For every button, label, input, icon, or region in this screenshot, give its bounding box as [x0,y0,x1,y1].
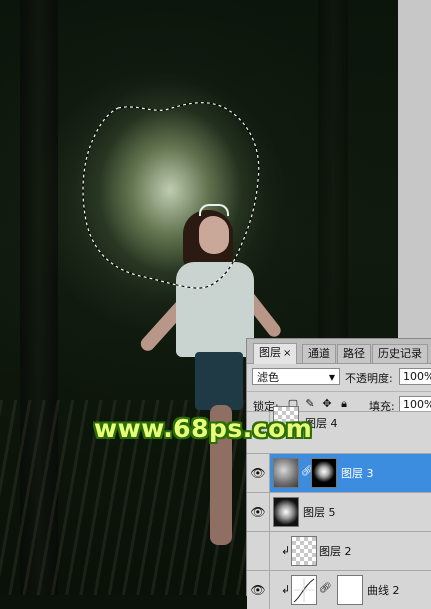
layer-mask-thumbnail[interactable] [337,575,363,605]
layer-row[interactable]: ↲ 图层 2 [247,531,431,570]
tab-label: 历史记录 [378,347,422,360]
layer-mask-thumbnail[interactable] [311,458,337,488]
layer-name: 曲线 2 [367,584,400,597]
curve-graph-icon [293,578,315,603]
layers-panel: 图层× 通道 路径 历史记录 滤色 ▼ 不透明度: 100% 锁定: ▢ ✎ ✥… [246,338,431,609]
blend-mode-value: 滤色 [257,371,279,384]
layer-thumbnail [273,458,299,488]
blend-opacity-row: 滤色 ▼ 不透明度: 100% [247,363,431,391]
eye-icon[interactable]: 👁︎ [247,454,270,492]
site-watermark: www.68ps.com [94,414,313,443]
tab-label: 通道 [308,347,330,360]
clipping-arrow-icon: ↲ [281,583,291,596]
opacity-label: 不透明度: [345,372,393,385]
padlock-icon[interactable]: 🔒︎ [338,398,350,410]
eye-icon[interactable]: 👁︎ [247,493,270,531]
chevron-down-icon: ▼ [328,373,335,382]
tab-label: 图层 [259,346,281,359]
blend-mode-select[interactable]: 滤色 ▼ [252,368,340,385]
tab-history[interactable]: 历史记录 [372,344,428,363]
layer-row-selected[interactable]: 👁︎ 🔗︎ 图层 3 [247,453,431,492]
layer-thumbnail [273,497,299,527]
layer-name: 图层 5 [303,506,336,519]
chain-link-icon: 🔗︎ [319,583,332,594]
clipping-arrow-icon: ↲ [281,544,291,557]
layer-name: 图层 3 [341,467,374,480]
layer-row[interactable]: 👁︎ 图层 5 [247,492,431,531]
layer-row[interactable]: 👁︎ ↲ 🔗︎ 曲线 2 [247,570,431,609]
tab-label: 路径 [343,347,365,360]
layer-thumbnail [291,536,317,566]
curves-adjustment-thumbnail [291,575,317,605]
tab-paths[interactable]: 路径 [337,344,371,363]
opacity-value: 100% [403,370,431,383]
eye-icon[interactable] [247,532,270,570]
brush-icon[interactable]: ✎ [304,398,316,410]
panel-tab-bar: 图层 × 通道 路径 历史记录 [247,339,431,364]
tab-layers[interactable]: 图层 × [253,343,298,364]
move-icon[interactable]: ✥ [321,398,333,410]
eye-icon[interactable]: 👁︎ [247,571,270,609]
opacity-input[interactable]: 100% [399,368,431,385]
tab-channels[interactable]: 通道 [302,344,336,363]
close-icon[interactable]: × [283,348,291,359]
fill-value: 100% [403,398,431,411]
layer-name: 图层 2 [319,545,352,558]
